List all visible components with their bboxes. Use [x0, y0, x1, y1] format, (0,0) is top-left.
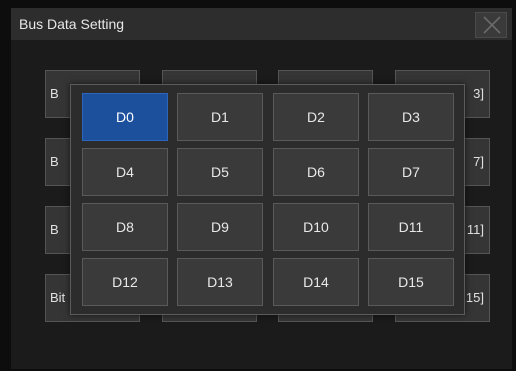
close-icon: [483, 16, 501, 34]
channel-option-d13[interactable]: D13: [177, 258, 263, 306]
channel-option-d6[interactable]: D6: [273, 148, 359, 196]
bit-button-label: Bit: [50, 290, 66, 305]
bit-button-label: 15]: [465, 290, 484, 305]
channel-picker-popup: D0 D1 D2 D3 D4 D5 D6 D7 D8 D9 D10 D11 D1…: [70, 84, 465, 315]
bit-button-label: 11]: [466, 222, 484, 237]
channel-option-d8[interactable]: D8: [82, 203, 168, 251]
dialog-titlebar: Bus Data Setting: [11, 8, 512, 40]
channel-option-d11[interactable]: D11: [368, 203, 454, 251]
channel-option-d7[interactable]: D7: [368, 148, 454, 196]
channel-option-d5[interactable]: D5: [177, 148, 263, 196]
channel-option-d1[interactable]: D1: [177, 93, 263, 141]
bit-button-label: 3]: [473, 86, 484, 101]
close-button[interactable]: [475, 12, 507, 38]
bit-button-label: B: [50, 86, 59, 101]
channel-option-d3[interactable]: D3: [368, 93, 454, 141]
bit-button-label: 7]: [473, 154, 484, 169]
channel-option-d15[interactable]: D15: [368, 258, 454, 306]
channel-option-d4[interactable]: D4: [82, 148, 168, 196]
channel-option-d12[interactable]: D12: [82, 258, 168, 306]
channel-option-d9[interactable]: D9: [177, 203, 263, 251]
dialog-title: Bus Data Setting: [19, 16, 125, 32]
channel-option-d2[interactable]: D2: [273, 93, 359, 141]
channel-option-d14[interactable]: D14: [273, 258, 359, 306]
bit-button-label: B: [50, 154, 59, 169]
bit-button-label: B: [50, 222, 59, 237]
channel-option-d10[interactable]: D10: [273, 203, 359, 251]
channel-option-d0[interactable]: D0: [82, 93, 168, 141]
